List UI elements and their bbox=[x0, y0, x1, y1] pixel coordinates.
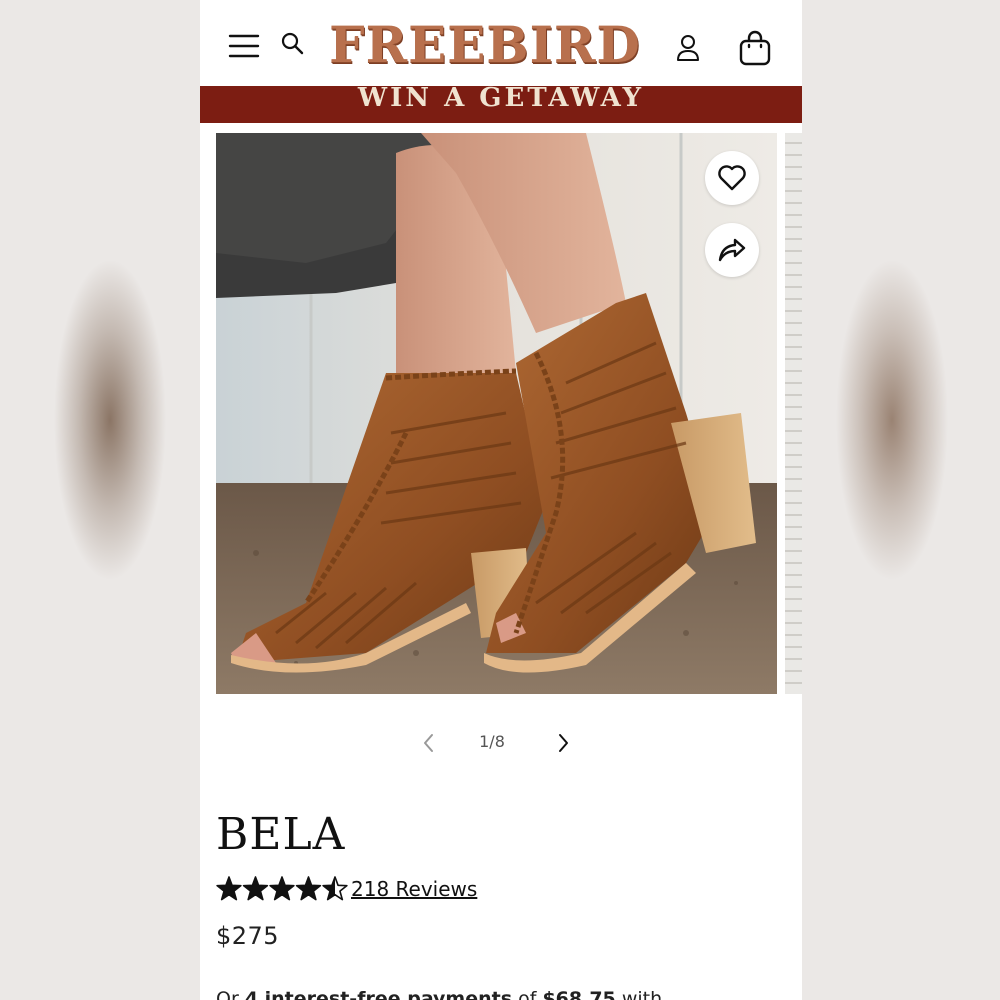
rating-row: 218 Reviews bbox=[216, 873, 477, 905]
site-header: FREEBIRD bbox=[200, 0, 802, 86]
product-price: $275 bbox=[216, 922, 280, 950]
installments-text: Or 4 interest-free payments of $68.75 wi… bbox=[216, 988, 662, 1000]
installments-prefix: Or bbox=[216, 988, 245, 1000]
share-icon bbox=[718, 238, 746, 262]
star-icon bbox=[295, 876, 322, 901]
product-title: BELA bbox=[216, 809, 346, 860]
star-icon bbox=[242, 876, 269, 901]
background-blur-right bbox=[802, 0, 1000, 1000]
installments-mid: of bbox=[512, 988, 543, 1000]
installments-suffix: with bbox=[615, 988, 663, 1000]
star-icon bbox=[216, 876, 242, 901]
gallery-pager: 1/8 bbox=[200, 728, 802, 758]
reviews-link[interactable]: 218 Reviews bbox=[351, 877, 477, 901]
account-icon[interactable] bbox=[674, 32, 702, 64]
mobile-page: FREEBIRD WIN A GETAWAY 1/8 BELA 218 Revi… bbox=[200, 0, 802, 1000]
background-blur-left bbox=[0, 0, 200, 1000]
next-image-button[interactable] bbox=[552, 730, 574, 756]
image-counter: 1/8 bbox=[479, 732, 505, 751]
star-icon bbox=[322, 876, 348, 901]
promo-banner[interactable]: WIN A GETAWAY bbox=[200, 86, 802, 123]
next-image-peek[interactable] bbox=[785, 133, 802, 694]
shopping-bag-icon[interactable] bbox=[736, 28, 774, 68]
product-photo bbox=[216, 133, 777, 694]
star-rating bbox=[216, 875, 350, 903]
chevron-right-icon bbox=[559, 734, 568, 752]
product-image[interactable] bbox=[216, 133, 777, 694]
star-icon bbox=[269, 876, 295, 901]
heart-icon bbox=[718, 165, 746, 191]
favorite-button[interactable] bbox=[705, 151, 759, 205]
menu-icon[interactable] bbox=[226, 28, 262, 64]
stars-icon bbox=[216, 876, 348, 901]
installments-terms: 4 interest-free payments bbox=[244, 988, 513, 1000]
share-button[interactable] bbox=[705, 223, 759, 277]
brand-logo[interactable]: FREEBIRD bbox=[324, 14, 646, 76]
promo-text: WIN A GETAWAY bbox=[357, 86, 645, 113]
search-icon[interactable] bbox=[278, 28, 306, 58]
chevron-left-icon bbox=[424, 734, 433, 752]
installments-amount: $68.75 bbox=[542, 988, 616, 1000]
previous-image-button[interactable] bbox=[418, 730, 440, 756]
